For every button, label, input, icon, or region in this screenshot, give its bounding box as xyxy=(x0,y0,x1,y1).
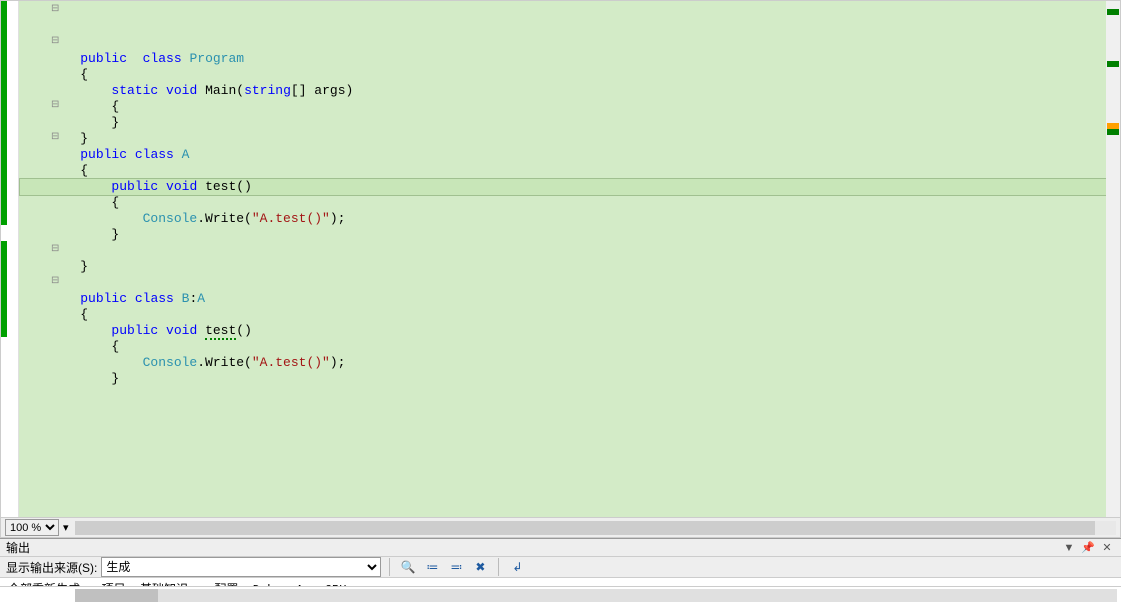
code-area[interactable]: public class Program { static void Main(… xyxy=(19,1,1120,517)
output-source-label: 显示输出来源(S): xyxy=(6,559,97,576)
zoom-select[interactable]: 100 % xyxy=(5,519,59,536)
editor-hscroll[interactable] xyxy=(75,521,1116,535)
fold-gutter xyxy=(1,1,19,517)
code-editor[interactable]: public class Program { static void Main(… xyxy=(0,0,1121,538)
next-message-icon[interactable]: ≕ xyxy=(446,557,466,577)
wrap-icon[interactable]: ↲ xyxy=(507,557,527,577)
close-icon[interactable]: ✕ xyxy=(1099,540,1115,556)
panel-dropdown-icon[interactable]: ▼ xyxy=(1061,540,1077,556)
fold-toggle-icon[interactable]: ⊟ xyxy=(51,34,59,50)
output-panel-title: 输出 ▼ 📌 ✕ xyxy=(0,538,1121,557)
output-toolbar: 显示输出来源(S): 生成 🔍 ≔ ≕ ✖ ↲ xyxy=(0,557,1121,578)
output-hscroll[interactable] xyxy=(0,586,1121,587)
prev-message-icon[interactable]: ≔ xyxy=(422,557,442,577)
output-source-select[interactable]: 生成 xyxy=(101,557,381,577)
fold-toggle-icon[interactable]: ⊟ xyxy=(51,2,59,18)
pin-icon[interactable]: 📌 xyxy=(1080,540,1096,556)
clear-icon[interactable]: ✖ xyxy=(470,557,490,577)
zoom-dropdown-icon[interactable]: ▾ xyxy=(63,521,69,534)
watermark: 查字典 教程网jiaocheng.chazidian.com xyxy=(978,578,1111,580)
find-message-icon[interactable]: 🔍 xyxy=(398,557,418,577)
output-text[interactable]: 全部重新生成: 项目: 基础知识一, 配置: Debug Any CPU ---… xyxy=(0,578,1121,586)
panel-title-text: 输出 xyxy=(6,539,30,556)
